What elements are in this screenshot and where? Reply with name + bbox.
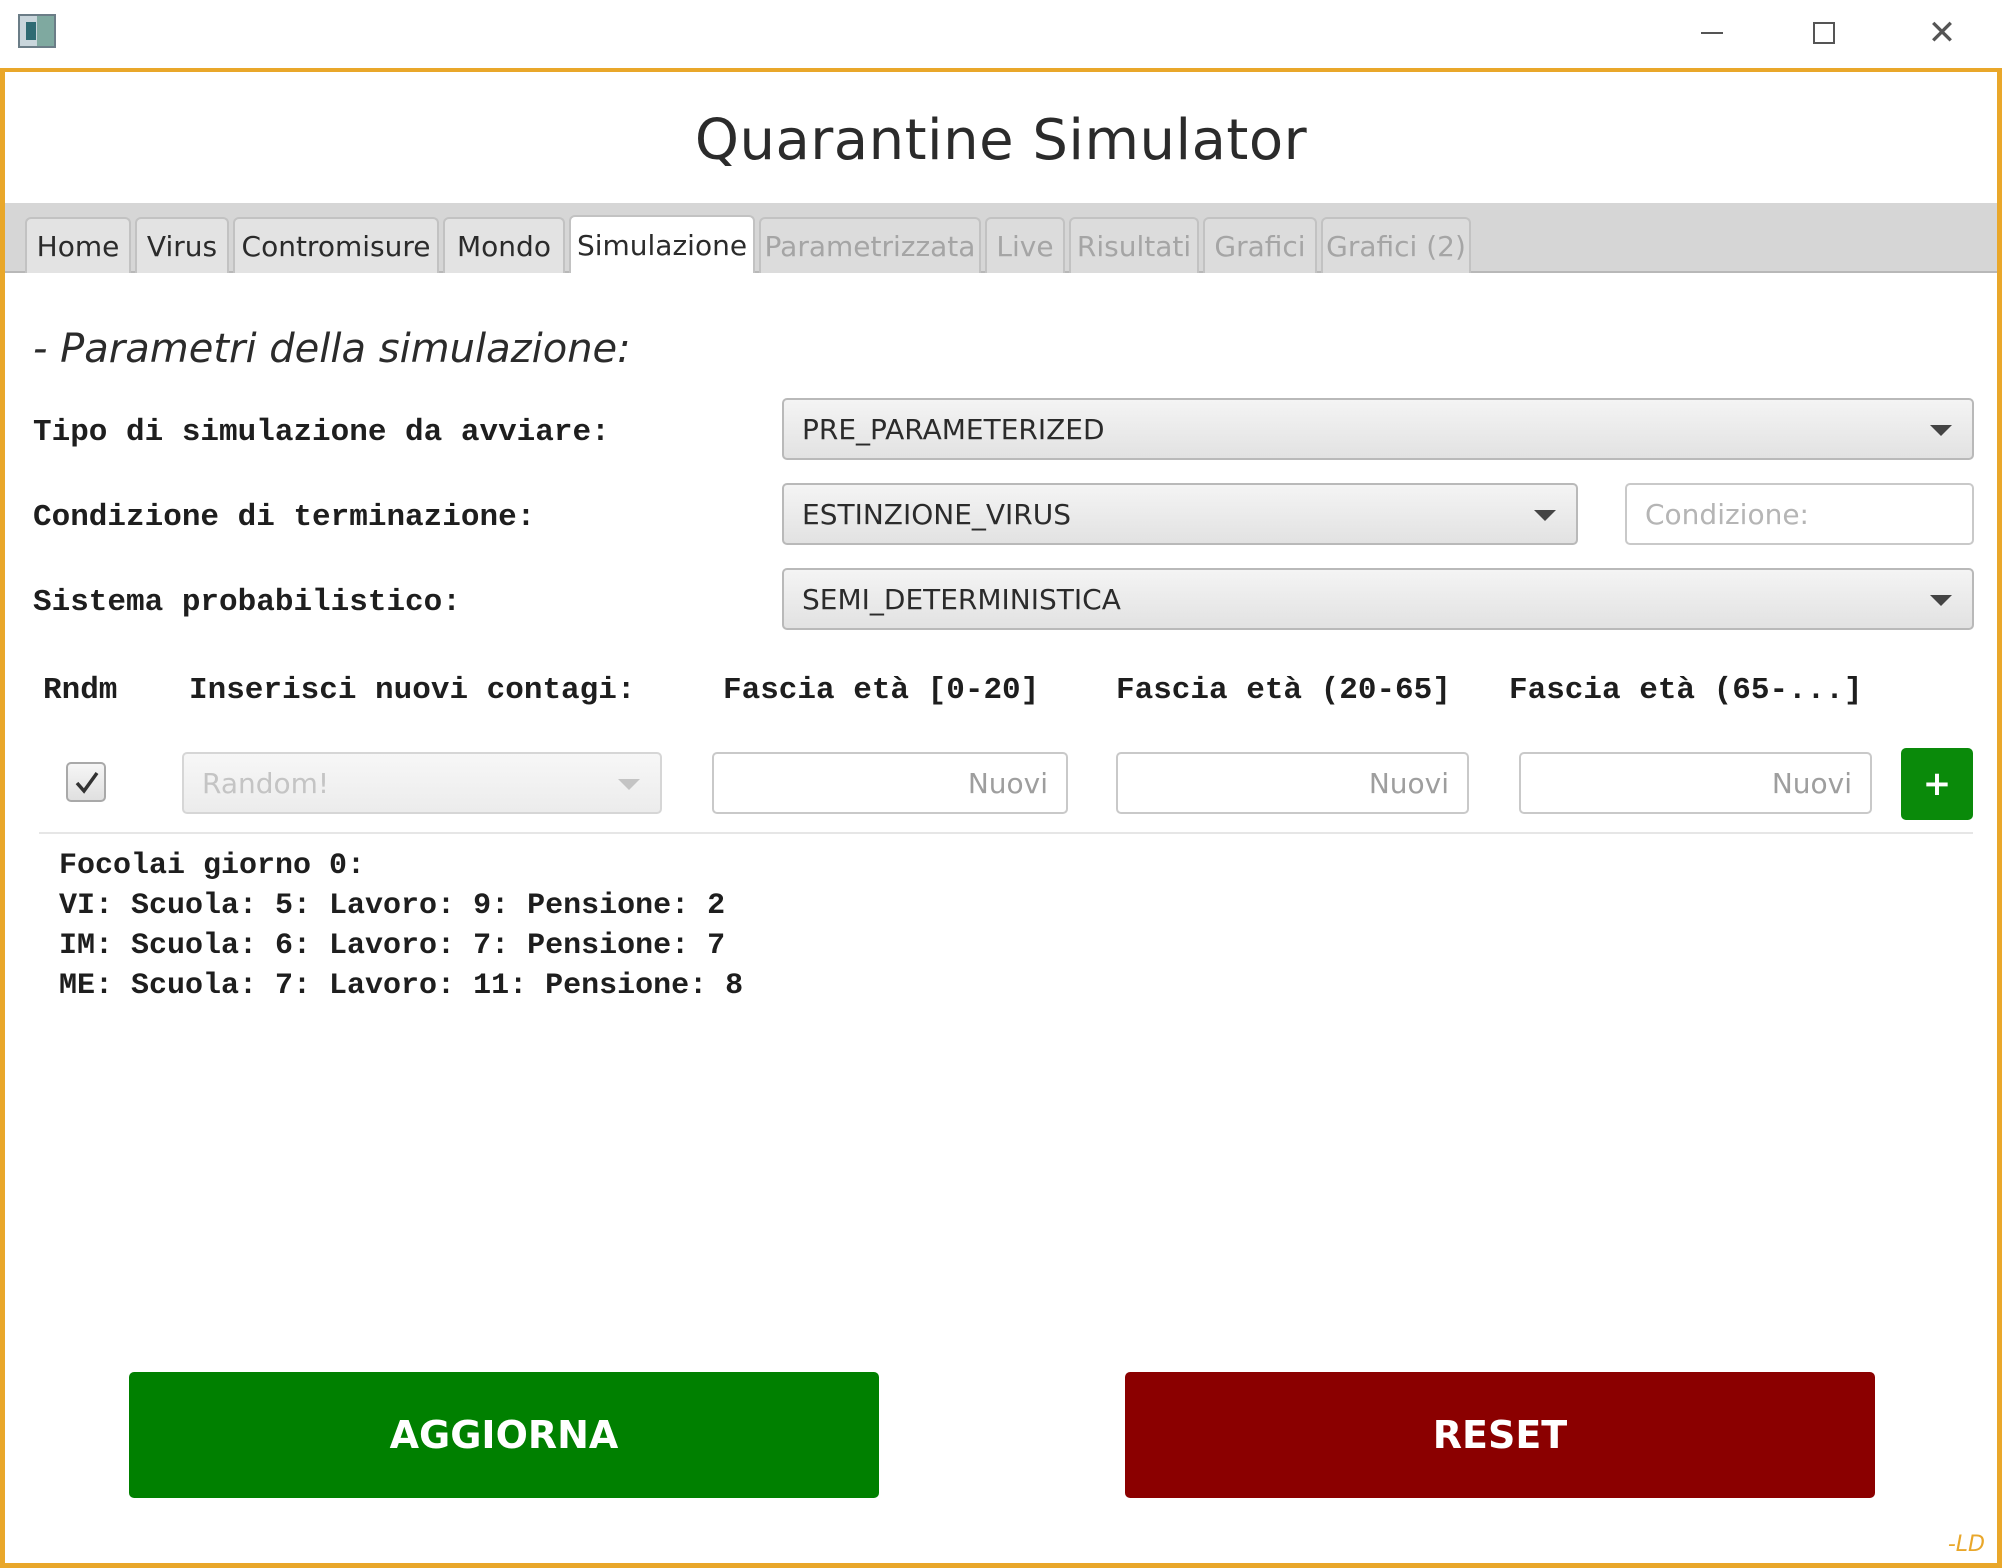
region-select[interactable]: Random! [182, 752, 662, 814]
app-window: Quarantine Simulator Home Virus Contromi… [0, 68, 2002, 1568]
nuovi-fascia-20-65-input[interactable]: Nuovi [1116, 752, 1469, 814]
reset-button[interactable]: RESET [1125, 1372, 1875, 1498]
fascia-20-65-header: Fascia età (20-65] [1116, 673, 1451, 708]
aggiorna-button[interactable]: AGGIORNA [129, 1372, 879, 1498]
focolai-line: IM: Scuola: 6: Lavoro: 7: Pensione: 7 [59, 929, 726, 963]
chevron-down-icon [1930, 425, 1952, 436]
tab-bar: Home Virus Contromisure Mondo Simulazion… [5, 203, 1997, 273]
add-contagi-button[interactable]: + [1901, 748, 1973, 820]
tab-contromisure[interactable]: Contromisure [233, 217, 439, 273]
tab-risultati[interactable]: Risultati [1069, 217, 1199, 273]
tipo-simulazione-select[interactable]: PRE_PARAMETERIZED [782, 398, 1974, 460]
chevron-down-icon [1930, 595, 1952, 606]
condizione-terminazione-value: ESTINZIONE_VIRUS [802, 497, 1072, 531]
tab-home[interactable]: Home [25, 217, 131, 273]
tab-live[interactable]: Live [985, 217, 1065, 273]
nuovi-placeholder: Nuovi [1771, 766, 1852, 800]
chevron-down-icon [1534, 510, 1556, 521]
rndm-header: Rndm [43, 673, 118, 708]
close-icon[interactable]: ✕ [1886, 0, 1998, 66]
check-icon [75, 771, 99, 794]
fascia-0-20-header: Fascia età [0-20] [723, 673, 1040, 708]
fascia-65-header: Fascia età (65-...] [1509, 673, 1863, 708]
nuovi-fascia-65-input[interactable]: Nuovi [1519, 752, 1872, 814]
rndm-checkbox[interactable] [66, 762, 106, 802]
inserisci-contagi-header: Inserisci nuovi contagi: [189, 673, 636, 708]
app-icon [18, 14, 56, 48]
sistema-probabilistico-value: SEMI_DETERMINISTICA [802, 582, 1121, 616]
window-titlebar: ✕ [0, 0, 2002, 68]
focolai-line: Focolai giorno 0: [59, 849, 366, 883]
sistema-probabilistico-select[interactable]: SEMI_DETERMINISTICA [782, 568, 1974, 630]
tab-parametrizzata[interactable]: Parametrizzata [759, 217, 981, 273]
tab-virus[interactable]: Virus [135, 217, 229, 273]
tab-simulazione[interactable]: Simulazione [569, 215, 755, 273]
nuovi-placeholder: Nuovi [1368, 766, 1449, 800]
tab-grafici[interactable]: Grafici [1203, 217, 1317, 273]
condizione-terminazione-label: Condizione di terminazione: [33, 500, 536, 535]
tab-mondo[interactable]: Mondo [443, 217, 565, 273]
author-signature: -LD [1947, 1532, 1985, 1557]
condizione-terminazione-select[interactable]: ESTINZIONE_VIRUS [782, 483, 1578, 545]
sistema-probabilistico-label: Sistema probabilistico: [33, 585, 461, 620]
chevron-down-icon [618, 779, 640, 790]
region-placeholder: Random! [202, 766, 330, 800]
minimize-icon[interactable] [1656, 0, 1768, 66]
nuovi-placeholder: Nuovi [967, 766, 1048, 800]
section-title: - Parametri della simulazione: [33, 326, 631, 372]
tipo-simulazione-value: PRE_PARAMETERIZED [802, 412, 1105, 446]
condizione-field[interactable]: Condizione: [1625, 483, 1974, 545]
maximize-icon[interactable] [1768, 0, 1880, 66]
focolai-textarea[interactable]: Focolai giorno 0: VI: Scuola: 5: Lavoro:… [39, 832, 1973, 1392]
condizione-placeholder: Condizione: [1645, 497, 1809, 531]
tab-grafici-2[interactable]: Grafici (2) [1321, 217, 1471, 273]
focolai-line: ME: Scuola: 7: Lavoro: 11: Pensione: 8 [59, 969, 744, 1003]
app-title: Quarantine Simulator [694, 108, 1308, 173]
nuovi-fascia-0-20-input[interactable]: Nuovi [712, 752, 1068, 814]
tipo-simulazione-label: Tipo di simulazione da avviare: [33, 415, 610, 450]
focolai-line: VI: Scuola: 5: Lavoro: 9: Pensione: 2 [59, 889, 726, 923]
